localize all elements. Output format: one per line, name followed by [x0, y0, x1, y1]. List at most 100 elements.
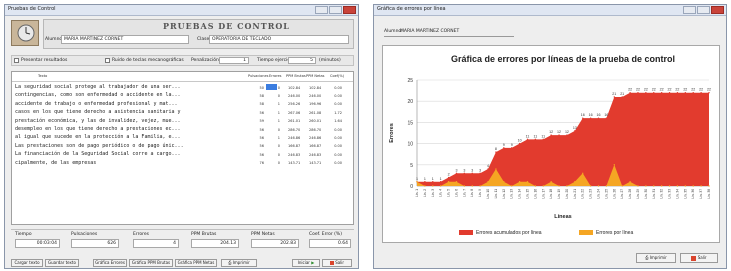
grid-cell-netas[interactable]: 246.83	[309, 153, 321, 157]
grid-cell-puls[interactable]: 50	[252, 86, 264, 90]
grid-cell-puls[interactable]: 58	[252, 102, 264, 106]
grafica-ppm-brutas-button[interactable]: Gráfica PPM Brutas	[129, 259, 173, 267]
grid-cell-brutas[interactable]: 286.70	[288, 128, 300, 132]
grid-cell-netas[interactable]: 196.96	[309, 102, 321, 106]
grid-cell-puls[interactable]: 56	[252, 111, 264, 115]
grid-cell-netas[interactable]: 246.00	[309, 94, 321, 98]
grid-cell-coef[interactable]: 0.00	[330, 153, 342, 157]
grid-row-text[interactable]: al igual que sucede en la protección a l…	[15, 134, 181, 141]
grid-cell-brutas[interactable]: 166.87	[288, 144, 300, 148]
grid-cell-coef[interactable]: 0.00	[330, 94, 342, 98]
grid-row-text[interactable]: Las prestaciones son de pago periódico o…	[15, 143, 184, 150]
grid-row-text[interactable]: prestación económica, y las de invalidez…	[15, 118, 181, 125]
grid-cell-netas[interactable]: 143.71	[309, 161, 321, 165]
text-lines-grid[interactable]: Texto Pulsaciones Errores PPM Brutas PPM…	[11, 71, 354, 225]
grid-cell-puls[interactable]: 58	[252, 94, 264, 98]
series-point-2	[574, 181, 576, 183]
grid-cell-brutas[interactable]: 143.71	[288, 161, 300, 165]
series-point-1	[455, 172, 458, 174]
data-label: 8	[495, 147, 497, 151]
grid-cell-brutas[interactable]: 246.86	[288, 136, 300, 140]
grid-cell-netas[interactable]: 261.08	[309, 111, 321, 115]
grid-row-text[interactable]: cipalmente, de las empresas	[15, 160, 96, 167]
right-salir-label: Salir	[697, 255, 707, 260]
grid-cell-err[interactable]: 1	[268, 102, 280, 106]
grid-cell-brutas[interactable]: 267.06	[288, 111, 300, 115]
iniciar-button[interactable]: Iniciar ▶	[292, 259, 320, 267]
grid-cell-err[interactable]: 0	[268, 144, 280, 148]
right-salir-button[interactable]: Salir	[680, 253, 718, 263]
grid-cell-coef[interactable]: 1.72	[330, 111, 342, 115]
grid-cell-coef[interactable]: 0.00	[330, 136, 342, 140]
data-label: 22	[628, 88, 632, 92]
data-label: 22	[699, 88, 703, 92]
grid-row-text[interactable]: desempleo en los que tiene derecho a pre…	[15, 126, 181, 133]
grid-cell-err[interactable]: 0	[268, 94, 280, 98]
series-point-2	[447, 181, 450, 183]
grid-row-text[interactable]: casos en los que tiene derecho a asisten…	[15, 109, 181, 116]
grid-cell-brutas[interactable]: 256.26	[288, 102, 300, 106]
grid-cell-coef[interactable]: 1.64	[330, 119, 342, 123]
grid-cell-coef[interactable]: 0.00	[330, 161, 342, 165]
grid-cell-puls[interactable]: 56	[252, 128, 264, 132]
x-tick-label: Lin. 18	[549, 189, 553, 199]
alumno-field[interactable]: MARIA MARTINEZ CORNET	[61, 35, 189, 44]
grid-cell-netas[interactable]: 260.01	[309, 119, 321, 123]
grid-cell-coef[interactable]: 0.00	[330, 144, 342, 148]
grid-cell-err[interactable]: 0	[268, 161, 280, 165]
grid-cell-err[interactable]: 0	[268, 153, 280, 157]
grid-cell-puls[interactable]: 76	[252, 161, 264, 165]
right-imprimir-button[interactable]: ⎙ Imprimir	[636, 253, 676, 263]
data-label: 22	[675, 88, 679, 92]
clase-field[interactable]: OPERATORIA DE TECLADO	[209, 35, 349, 44]
grid-cell-brutas[interactable]: 246.00	[288, 94, 300, 98]
imprimir-button[interactable]: ⎙ Imprimir	[221, 259, 257, 267]
grid-cell-netas[interactable]: 166.87	[309, 144, 321, 148]
grid-cell-puls[interactable]: 56	[252, 136, 264, 140]
right-minimize-button[interactable]	[683, 6, 696, 14]
data-label: 22	[644, 88, 648, 92]
grid-cell-err[interactable]: 0	[268, 128, 280, 132]
cargar-texto-button[interactable]: Cargar texto	[11, 259, 43, 267]
grid-cell-puls[interactable]: 59	[252, 119, 264, 123]
grid-row-text[interactable]: contingencias, como son enfermedad o acc…	[15, 92, 181, 99]
maximize-button[interactable]	[329, 6, 342, 14]
right-maximize-button[interactable]	[697, 6, 710, 14]
minimize-button[interactable]	[315, 6, 328, 14]
grid-cell-puls[interactable]: 56	[252, 153, 264, 157]
grid-cell-err[interactable]: 1	[268, 136, 280, 140]
tiempo-ejercicio-input[interactable]: 5	[288, 57, 316, 64]
grid-cell-puls[interactable]: 56	[252, 144, 264, 148]
data-label: 16	[597, 113, 601, 117]
guardar-texto-button[interactable]: Guardar texto	[45, 259, 79, 267]
grid-row-text[interactable]: accidente de trabajo o enfermedad profes…	[15, 101, 178, 108]
right-close-button[interactable]	[711, 6, 724, 14]
grid-cell-coef[interactable]: 0.00	[330, 102, 342, 106]
summary-ppm-netas-label: PPM Netas	[251, 232, 275, 237]
series-point-1	[653, 92, 655, 94]
salir-button[interactable]: Salir	[322, 259, 352, 267]
grid-cell-coef[interactable]: 0.00	[330, 128, 342, 132]
grid-cell-err[interactable]: 1	[268, 111, 280, 115]
summary-coef-value: 0.64	[309, 239, 351, 248]
x-tick-label: Lin. 31	[652, 189, 656, 199]
grid-row-text[interactable]: La seguridad social protege al trabajado…	[15, 84, 181, 91]
grid-cell-brutas[interactable]: 102.84	[288, 86, 300, 90]
presentar-checkbox[interactable]	[14, 58, 19, 63]
grid-cell-brutas[interactable]: 246.83	[288, 153, 300, 157]
grid-cell-netas[interactable]: 102.84	[309, 86, 321, 90]
grid-cell-coef[interactable]: 0.00	[330, 86, 342, 90]
grid-cell-brutas[interactable]: 261.01	[288, 119, 300, 123]
grid-cell-netas[interactable]: 246.86	[309, 136, 321, 140]
grid-cell-err[interactable]: 1	[268, 119, 280, 123]
grid-row-text[interactable]: La financiación de la Seguridad Social c…	[15, 151, 181, 158]
data-label: 3	[455, 168, 457, 172]
grafica-errores-button[interactable]: Gráfica Errores	[93, 259, 127, 267]
grafica-ppm-netas-button[interactable]: Gráfica PPM Netas	[175, 259, 217, 267]
ruido-checkbox[interactable]	[105, 58, 110, 63]
penalizacion-input[interactable]: 1	[219, 57, 249, 64]
grid-cell-err[interactable]: 0	[268, 86, 280, 90]
column-ppm-netas: PPM Netas	[306, 74, 325, 78]
grid-cell-netas[interactable]: 286.70	[309, 128, 321, 132]
close-button[interactable]	[343, 6, 356, 14]
